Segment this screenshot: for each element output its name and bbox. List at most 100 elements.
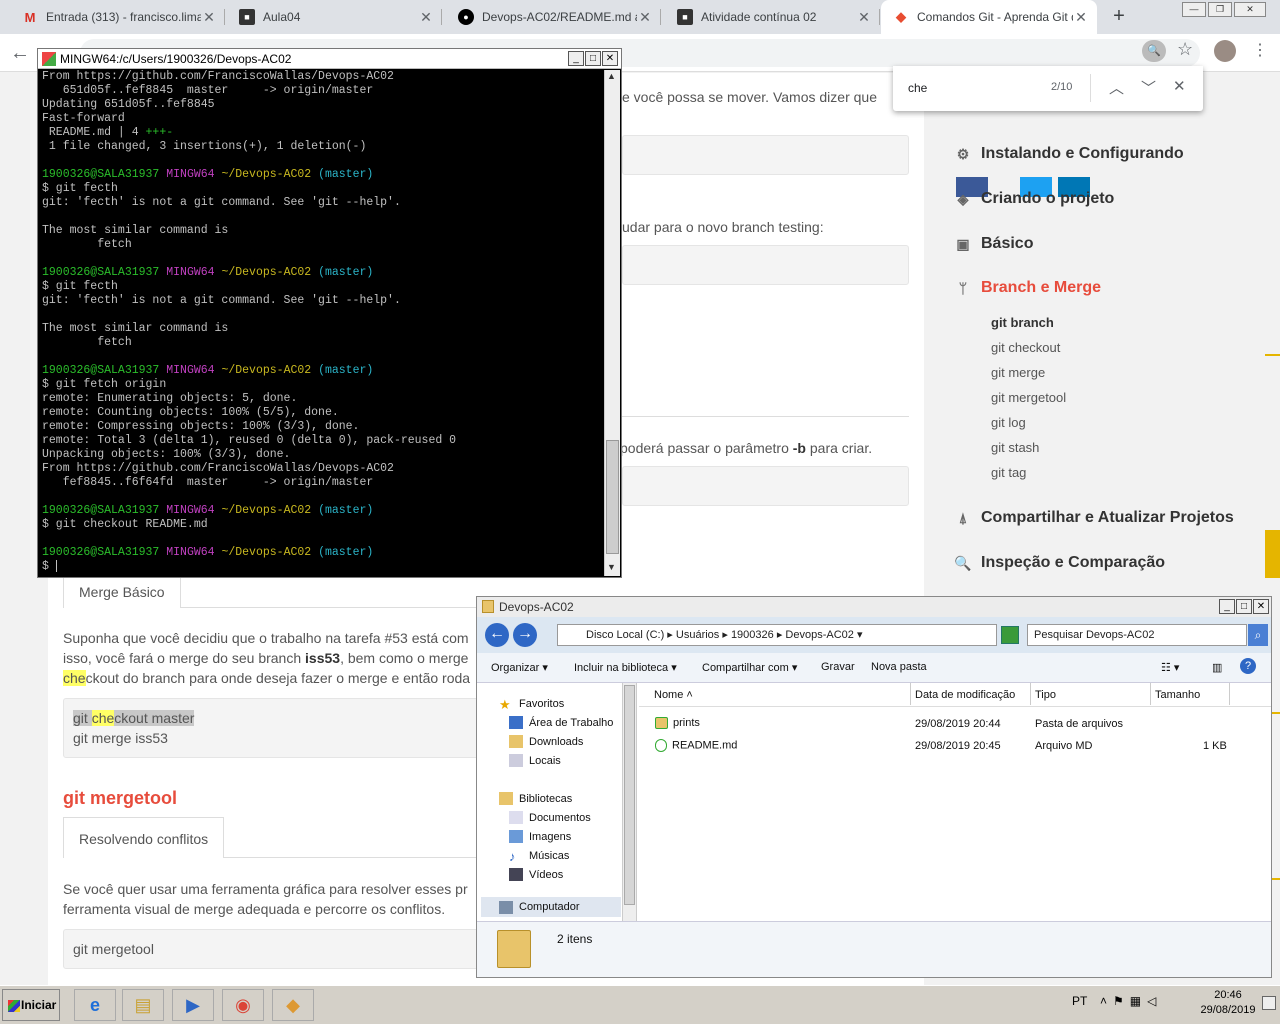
tab-comandos-git[interactable]: ◆ Comandos Git - Aprenda Git do ✕ xyxy=(881,0,1097,34)
column-date[interactable]: Data de modificação xyxy=(915,689,1015,701)
tab-resolvendo-conflitos[interactable]: Resolvendo conflitos xyxy=(63,817,225,858)
nav-music[interactable]: ♪ Músicas xyxy=(509,849,569,864)
sidebar-sub-git-branch[interactable]: git branch xyxy=(991,315,1054,330)
minimize-button[interactable]: — xyxy=(1182,2,1206,17)
divider xyxy=(622,416,909,417)
sidebar-item-criando[interactable]: ◈ Criando o projeto xyxy=(954,190,1115,208)
share-button[interactable]: Compartilhar com ▾ xyxy=(702,661,797,674)
language-indicator[interactable]: PT xyxy=(1072,994,1087,1008)
sidebar-sub-git-checkout[interactable]: git checkout xyxy=(991,340,1060,355)
sidebar-sub-git-mergetool[interactable]: git mergetool xyxy=(991,390,1066,405)
breadcrumb-item[interactable]: Devops-AC02 xyxy=(785,629,853,641)
burn-button[interactable]: Gravar xyxy=(821,661,855,673)
show-desktop-button[interactable] xyxy=(1262,996,1276,1010)
minimize-button[interactable]: _ xyxy=(1219,599,1235,614)
sidebar-item-compartilhar[interactable]: ⍋ Compartilhar e Atualizar Projetos xyxy=(954,509,1234,527)
file-explorer-icon[interactable]: ▤ xyxy=(122,989,164,1021)
close-icon[interactable]: ✕ xyxy=(201,9,217,26)
internet-explorer-icon[interactable]: e xyxy=(74,989,116,1021)
nav-libraries[interactable]: Bibliotecas xyxy=(499,792,572,805)
file-row[interactable]: README.md xyxy=(655,739,737,752)
bookmark-star-icon[interactable]: ☆ xyxy=(1177,39,1193,60)
close-icon[interactable]: ✕ xyxy=(637,9,653,26)
nav-videos[interactable]: Vídeos xyxy=(509,868,563,881)
nav-favorites[interactable]: ★ Favoritos xyxy=(499,697,564,712)
nav-computer[interactable]: Computador xyxy=(481,897,621,917)
sidebar-item-inspecao[interactable]: 🔍 Inspeção e Comparação xyxy=(954,554,1165,572)
zoom-icon[interactable]: 🔍 xyxy=(1142,40,1166,62)
tab-aula04[interactable]: ■ Aula04 ✕ xyxy=(227,0,442,34)
profile-avatar[interactable] xyxy=(1214,40,1236,62)
sidebar-sub-git-stash[interactable]: git stash xyxy=(991,440,1039,455)
sidebar-item-basico[interactable]: ▣ Básico xyxy=(954,235,1033,253)
sidebar-sub-git-tag[interactable]: git tag xyxy=(991,465,1026,480)
tab-atividade[interactable]: ■ Atividade contínua 02 ✕ xyxy=(665,0,880,34)
maximize-button[interactable]: □ xyxy=(585,51,601,66)
column-size[interactable]: Tamanho xyxy=(1155,689,1200,701)
preview-pane-icon[interactable]: ▥ xyxy=(1212,661,1222,674)
terminal-scrollbar[interactable]: ▲ ▼ xyxy=(604,70,620,576)
clock[interactable]: 20:46 29/08/2019 xyxy=(1196,988,1260,1018)
forward-arrow-icon[interactable]: → xyxy=(513,623,537,647)
close-button[interactable]: ✕ xyxy=(602,51,618,66)
find-prev-icon[interactable]: ︿ xyxy=(1109,77,1124,98)
new-tab-button[interactable]: + xyxy=(1108,6,1130,28)
file-row[interactable]: prints xyxy=(655,717,700,730)
nav-locais[interactable]: Locais xyxy=(509,754,561,767)
nav-images[interactable]: Imagens xyxy=(509,830,571,843)
find-input[interactable]: che xyxy=(908,81,927,95)
nav-downloads[interactable]: Downloads xyxy=(509,735,583,748)
search-input[interactable]: Pesquisar Devops-AC02 xyxy=(1027,624,1247,646)
tab-merge-basico[interactable]: Merge Básico xyxy=(63,575,181,608)
find-next-icon[interactable]: ﹀ xyxy=(1141,77,1156,98)
breadcrumb[interactable]: Disco Local (C:) ▸ Usuários ▸ 1900326 ▸ … xyxy=(557,624,997,646)
column-name[interactable]: Nome ˄ xyxy=(654,689,693,701)
system-tray[interactable]: ˄⚑▦◁ xyxy=(1100,994,1162,1008)
view-options-icon[interactable]: ☷ ▾ xyxy=(1161,661,1179,674)
explorer-window[interactable]: Devops-AC02 _ □ ✕ ← → Disco Local (C:) ▸… xyxy=(476,596,1272,978)
tab-github[interactable]: ● Devops-AC02/README.md at m ✕ xyxy=(446,0,661,34)
search-icon[interactable]: ⌕ xyxy=(1248,624,1268,646)
maximize-button[interactable]: ❐ xyxy=(1208,2,1232,17)
menu-icon[interactable]: ⋮ xyxy=(1252,40,1268,60)
terminal-output[interactable]: From https://github.com/FranciscoWallas/… xyxy=(42,70,604,576)
new-folder-button[interactable]: Nova pasta xyxy=(871,661,927,673)
scroll-up-icon[interactable]: ▲ xyxy=(607,71,616,81)
close-button[interactable]: ✕ xyxy=(1253,599,1269,614)
close-icon[interactable]: ✕ xyxy=(1073,9,1089,26)
sidebar-sub-git-merge[interactable]: git merge xyxy=(991,365,1045,380)
back-arrow-icon[interactable]: ← xyxy=(485,623,509,647)
refresh-icon[interactable] xyxy=(1001,626,1019,644)
terminal-window[interactable]: MINGW64:/c/Users/1900326/Devops-AC02 _ □… xyxy=(37,48,622,578)
close-window-button[interactable]: ✕ xyxy=(1234,2,1266,17)
back-icon[interactable]: ← xyxy=(10,42,30,65)
nav-scrollbar[interactable] xyxy=(622,683,636,921)
help-icon[interactable]: ? xyxy=(1240,658,1256,674)
close-icon[interactable]: ✕ xyxy=(418,9,434,26)
sidebar-item-instalando[interactable]: ⚙ Instalando e Configurando xyxy=(954,145,1184,163)
explorer-titlebar[interactable]: Devops-AC02 _ □ ✕ xyxy=(477,597,1271,617)
nav-desktop[interactable]: Área de Trabalho xyxy=(509,716,613,729)
tab-gmail[interactable]: M Entrada (313) - francisco.lima@ ✕ xyxy=(10,0,225,34)
sidebar-sub-git-log[interactable]: git log xyxy=(991,415,1026,430)
chrome-icon[interactable]: ◉ xyxy=(222,989,264,1021)
start-button[interactable]: Iniciar xyxy=(2,989,60,1021)
terminal-titlebar[interactable]: MINGW64:/c/Users/1900326/Devops-AC02 _ □… xyxy=(38,49,621,69)
breadcrumb-item[interactable]: Usuários xyxy=(676,629,719,641)
scroll-down-icon[interactable]: ▼ xyxy=(607,562,616,572)
find-close-icon[interactable]: ✕ xyxy=(1173,77,1186,95)
maximize-button[interactable]: □ xyxy=(1236,599,1252,614)
git-gui-icon[interactable]: ◆ xyxy=(272,989,314,1021)
minimize-button[interactable]: _ xyxy=(568,51,584,66)
breadcrumb-item[interactable]: Disco Local (C:) xyxy=(586,629,664,641)
nav-documents[interactable]: Documentos xyxy=(509,811,591,824)
scroll-thumb[interactable] xyxy=(606,440,619,554)
column-type[interactable]: Tipo xyxy=(1035,689,1056,701)
include-library-button[interactable]: Incluir na biblioteca ▾ xyxy=(574,661,677,674)
sidebar-item-branch-merge[interactable]: ᛘ Branch e Merge xyxy=(954,279,1101,297)
organize-button[interactable]: Organizar ▾ xyxy=(491,661,548,674)
breadcrumb-item[interactable]: 1900326 xyxy=(731,629,774,641)
close-icon[interactable]: ✕ xyxy=(856,9,872,26)
media-player-icon[interactable]: ▶ xyxy=(172,989,214,1021)
scroll-thumb[interactable] xyxy=(624,685,635,905)
